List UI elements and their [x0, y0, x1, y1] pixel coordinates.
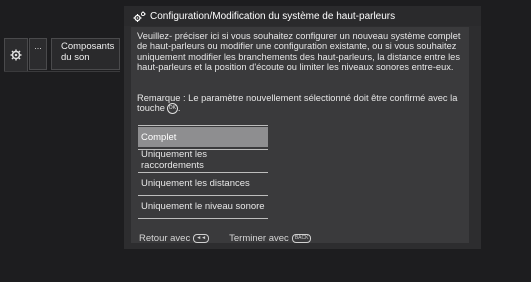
nav-ellipsis-button[interactable]: ...	[29, 38, 47, 70]
rewind-key-icon[interactable]: ◄◄	[193, 234, 210, 243]
speaker-config-dialog: Configuration/Modification du système de…	[124, 6, 481, 249]
dialog-header: Configuration/Modification du système de…	[124, 6, 481, 26]
nav-item-composants-du-son[interactable]: Composants du son	[51, 38, 120, 70]
back-hint-label: Retour avec	[139, 233, 191, 244]
dialog-title: Configuration/Modification du système de…	[150, 10, 396, 22]
option-divider	[138, 125, 268, 126]
nav-divider	[4, 71, 120, 72]
dialog-footer: Retour avec ◄◄ Terminer avec BACK	[139, 233, 312, 244]
option-niveau-sonore[interactable]: Uniquement le niveau sonore	[138, 196, 268, 216]
gear-icon	[10, 49, 22, 61]
option-complet[interactable]: Complet	[138, 127, 268, 147]
note-text: Remarque : Le paramètre nouvellement sél…	[137, 93, 458, 114]
settings-nav-button[interactable]	[4, 38, 28, 72]
dialog-body: Veuillez- préciser ici si vous souhaitez…	[131, 27, 469, 244]
settings-gears-icon	[133, 10, 146, 22]
dialog-description: Veuillez- préciser ici si vous souhaitez…	[137, 31, 461, 72]
back-key-icon[interactable]: BACK	[291, 234, 312, 243]
option-divider	[138, 218, 268, 219]
option-distances[interactable]: Uniquement les distances	[138, 173, 268, 193]
dialog-note: Remarque : Le paramètre nouvellement sél…	[137, 93, 458, 115]
screen: ... Composants du son Configuration/Modi…	[0, 0, 531, 282]
ok-key-icon: OK	[166, 103, 178, 115]
option-raccordements[interactable]: Uniquement les raccordements	[138, 149, 268, 171]
end-hint-label: Terminer avec	[229, 233, 289, 244]
